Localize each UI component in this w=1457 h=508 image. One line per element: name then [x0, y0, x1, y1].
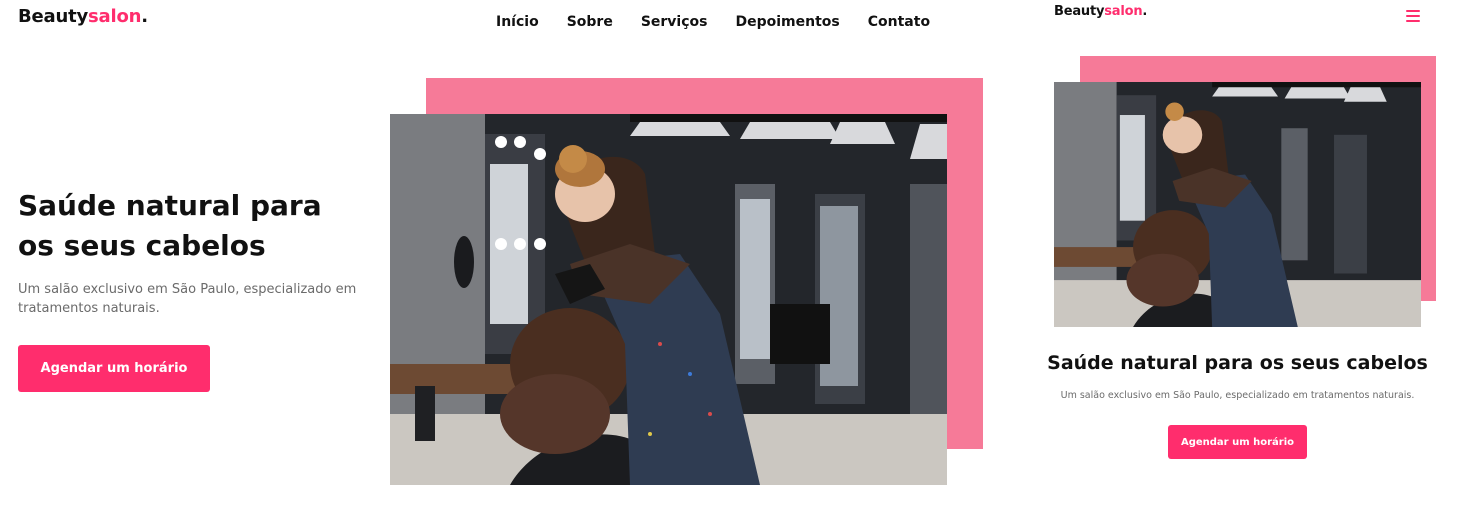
mobile-schedule-button[interactable]: Agendar um horário	[1168, 425, 1307, 459]
brand-name-accent: salon	[88, 6, 142, 27]
mobile-brand-name-accent: salon	[1104, 4, 1143, 19]
hero-photo	[390, 114, 947, 485]
nav-item-depoimentos[interactable]: Depoimentos	[736, 14, 840, 30]
schedule-button[interactable]: Agendar um horário	[18, 345, 210, 392]
brand-name-main: Beauty	[18, 6, 89, 27]
brand-logo[interactable]: Beautysalon.	[18, 6, 148, 27]
mobile-salon-photo-illustration	[1054, 82, 1421, 327]
hero-title: Saúde natural para os seus cabelos	[18, 189, 322, 262]
mobile-hero-title: Saúde natural para os seus cabelos	[1047, 352, 1428, 374]
nav-item-contato[interactable]: Contato	[868, 14, 930, 30]
hero-subtitle: Um salão exclusivo em São Paulo, especia…	[18, 282, 357, 316]
main-nav: Início Sobre Serviços Depoimentos Contat…	[496, 14, 930, 30]
salon-photo-illustration	[390, 114, 947, 485]
hamburger-menu-icon[interactable]	[1406, 10, 1420, 22]
mobile-brand-name-main: Beauty	[1054, 4, 1105, 19]
mobile-brand-name-dot: .	[1142, 4, 1148, 19]
nav-item-inicio[interactable]: Início	[496, 14, 539, 30]
mobile-brand-logo[interactable]: Beautysalon.	[1054, 4, 1147, 19]
brand-name-dot: .	[141, 6, 148, 27]
mobile-hero-subtitle: Um salão exclusivo em São Paulo, especia…	[1060, 390, 1415, 401]
mobile-hero-photo	[1054, 82, 1421, 327]
nav-item-sobre[interactable]: Sobre	[567, 14, 613, 30]
nav-item-servicos[interactable]: Serviços	[641, 14, 708, 30]
